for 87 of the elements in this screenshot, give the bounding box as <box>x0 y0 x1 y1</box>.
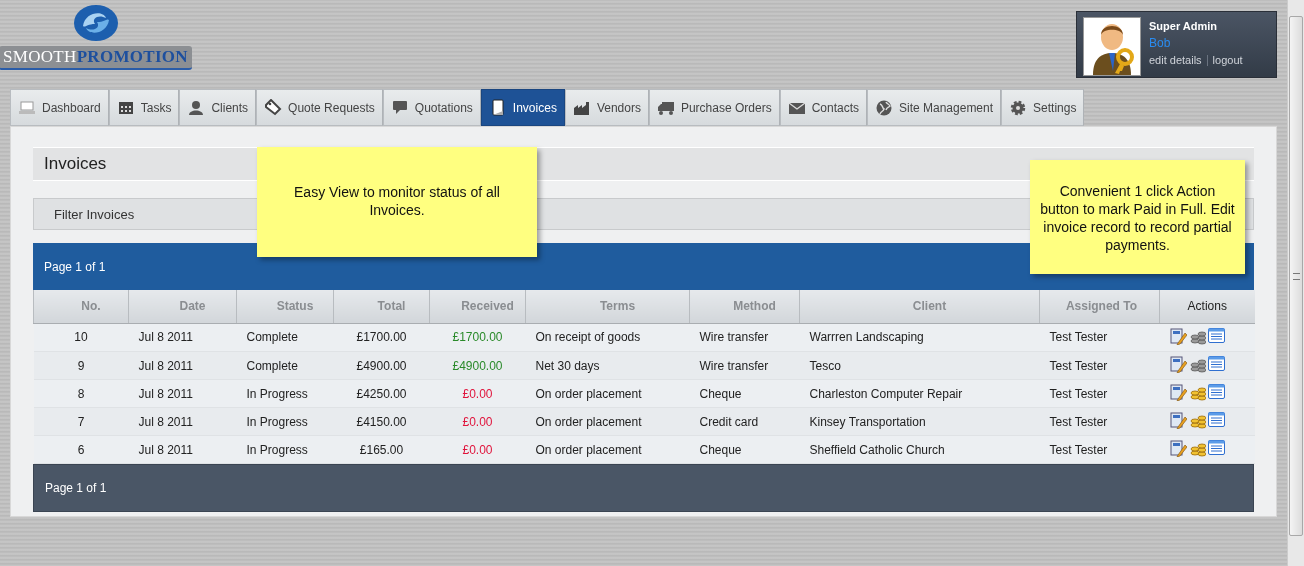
table-cell: £165.00 <box>333 435 430 464</box>
table-cell: Test Tester <box>1039 323 1160 352</box>
table-cell: Credit card <box>689 407 800 436</box>
table-cell: 6 <box>33 435 129 464</box>
table-cell: £1700.00 <box>429 323 526 352</box>
list-icon <box>1207 411 1225 427</box>
table-cell: Charleston Computer Repair <box>799 379 1040 408</box>
table-cell: Jul 8 2011 <box>128 351 237 380</box>
user-link[interactable]: logout <box>1212 54 1243 66</box>
table-cell: Kinsey Transportation <box>799 407 1040 436</box>
settings-icon <box>1009 99 1028 116</box>
list-icon <box>1207 327 1225 343</box>
table-cell: On order placement <box>525 435 690 464</box>
nav-tab[interactable]: Settings <box>1001 89 1085 126</box>
column-header[interactable]: Actions <box>1159 290 1255 323</box>
table-cell: Jul 8 2011 <box>128 435 237 464</box>
edit-icon <box>1169 439 1187 457</box>
table-cell: In Progress <box>236 407 334 436</box>
nav-tab[interactable]: Invoices <box>480 89 565 126</box>
table-cell: Warrren Landscaping <box>799 323 1040 352</box>
table-cell: Cheque <box>689 435 800 464</box>
table-cell: Test Tester <box>1039 379 1160 408</box>
table-cell: Jul 8 2011 <box>128 379 237 408</box>
nav-tab[interactable]: Tasks <box>108 89 180 126</box>
table-cell: Complete <box>236 351 334 380</box>
scrollbar[interactable] <box>1287 0 1304 566</box>
table-cell: On order placement <box>525 407 690 436</box>
table-cell: Net 30 days <box>525 351 690 380</box>
factory-icon <box>572 99 591 116</box>
sticky-note: Convenient 1 click Action button to mark Paid in Full. Edit invoice record to record partial payments. <box>1030 160 1245 274</box>
table-cell: In Progress <box>236 379 334 408</box>
table-cell: Jul 8 2011 <box>128 407 237 436</box>
nav-tab[interactable]: Site Management <box>867 89 1002 126</box>
logo-wordmark: SMOOTHPROMOTION <box>0 46 192 70</box>
table-cell: £0.00 <box>429 435 526 464</box>
list-icon <box>1207 439 1225 455</box>
nav-tab[interactable]: Quotations <box>382 89 481 126</box>
logo-icon <box>72 4 119 42</box>
truck-icon <box>656 99 675 116</box>
table-cell: £0.00 <box>429 379 526 408</box>
list-icon <box>1207 355 1225 371</box>
nav-tab[interactable]: Clients <box>179 89 257 126</box>
nav-tab[interactable]: Vendors <box>564 89 649 126</box>
list-icon <box>1207 383 1225 399</box>
table-cell: Tesco <box>799 351 1040 380</box>
edit-icon <box>1169 355 1187 373</box>
globe-icon <box>875 99 893 116</box>
table-cell: £4900.00 <box>429 351 526 380</box>
table-cell: On order placement <box>525 379 690 408</box>
table-cell: £1700.00 <box>333 323 430 352</box>
person-icon <box>187 99 206 116</box>
table-cell: £4250.00 <box>333 379 430 408</box>
calendar-icon <box>116 99 135 116</box>
table-cell: £0.00 <box>429 407 526 436</box>
edit-icon <box>1169 327 1187 345</box>
table-cell: Test Tester <box>1039 435 1160 464</box>
laptop-icon <box>18 99 36 116</box>
sticky-note: Easy View to monitor status of all Invoices. <box>257 147 537 257</box>
table-cell: 10 <box>33 323 129 352</box>
table-cell: On receipt of goods <box>525 323 690 352</box>
nav-tab[interactable]: Purchase Orders <box>648 89 780 126</box>
table-cell: 7 <box>33 407 129 436</box>
table-cell: Test Tester <box>1039 407 1160 436</box>
tag-icon <box>264 99 283 116</box>
user-role: Super Admin <box>1149 20 1219 32</box>
table-cell: £4150.00 <box>333 407 430 436</box>
page-indicator: Page 1 of 1 <box>44 259 106 274</box>
table-cell: Wire transfer <box>689 323 800 352</box>
table-cell: Sheffield Catholic Church <box>799 435 1040 464</box>
page-indicator: Page 1 of 1 <box>45 481 107 495</box>
table-cell: Complete <box>236 323 334 352</box>
table-cell: Wire transfer <box>689 351 800 380</box>
nav-tab[interactable]: Quote Requests <box>256 89 383 126</box>
nav-tab[interactable]: Dashboard <box>10 89 109 126</box>
nav-tab[interactable]: Contacts <box>779 89 867 126</box>
edit-icon <box>1169 383 1187 401</box>
edit-icon <box>1169 411 1187 429</box>
table-cell: 8 <box>33 379 129 408</box>
speech-bubble-icon <box>390 99 409 116</box>
table-cell: 9 <box>33 351 129 380</box>
scrollbar-thumb[interactable] <box>1289 16 1303 536</box>
user-link[interactable]: edit details <box>1149 54 1202 66</box>
table-cell: Test Tester <box>1039 351 1160 380</box>
table-cell: In Progress <box>236 435 334 464</box>
table-cell: Jul 8 2011 <box>128 323 237 352</box>
table-cell: Cheque <box>689 379 800 408</box>
table-cell: £4900.00 <box>333 351 430 380</box>
